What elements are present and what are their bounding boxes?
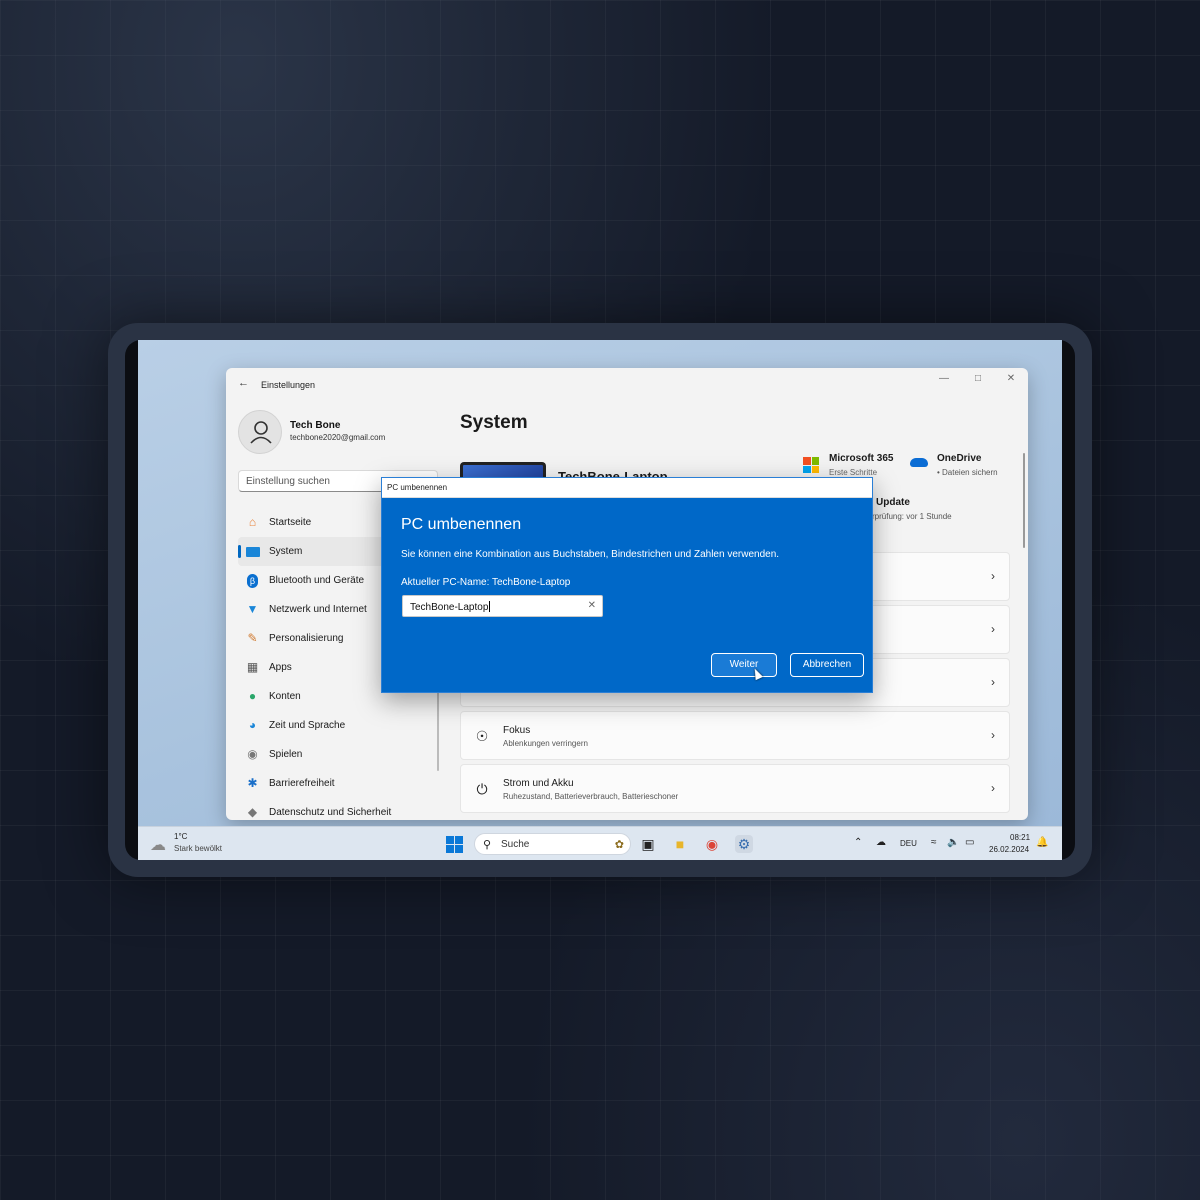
- apps-icon: ▦: [246, 660, 259, 674]
- profile-email: techbone2020@gmail.com: [290, 433, 386, 442]
- search-icon: ⚲: [483, 839, 492, 851]
- sidebar-item-label: Netzwerk und Internet: [269, 604, 367, 615]
- monitor-icon: [245, 544, 260, 559]
- current-pc-name: Aktueller PC-Name: TechBone-Laptop: [401, 577, 571, 588]
- onedrive-title[interactable]: OneDrive: [937, 453, 981, 464]
- card-title: Strom und Akku: [503, 778, 574, 789]
- task-view-icon[interactable]: ▣: [639, 835, 657, 853]
- battery-icon[interactable]: ▭: [965, 837, 974, 848]
- ms365-title[interactable]: Microsoft 365: [829, 453, 893, 464]
- shield-icon: ◆: [247, 805, 258, 819]
- accessibility-icon: ✱: [247, 776, 258, 790]
- avatar[interactable]: [238, 410, 282, 454]
- card-title: Fokus: [503, 725, 531, 736]
- sidebar-item-label: Bluetooth und Geräte: [269, 575, 365, 586]
- close-icon[interactable]: ✕: [1001, 373, 1021, 384]
- dialog-heading: PC umbenennen: [401, 516, 522, 533]
- wifi-icon[interactable]: ≈: [931, 837, 937, 848]
- focus-icon: ☉: [475, 728, 489, 744]
- notification-bell-icon[interactable]: 🔔: [1036, 837, 1048, 848]
- onedrive-subtitle: • Dateien sichern: [937, 468, 998, 477]
- clock-date[interactable]: 26.02.2024: [989, 845, 1029, 854]
- main-scrollbar[interactable]: [1023, 453, 1025, 548]
- chevron-right-icon: ›: [991, 622, 995, 636]
- sidebar-item-accessibility[interactable]: ✱ Barrierefreiheit: [238, 769, 438, 798]
- taskbar-search-input[interactable]: ⚲ Suche ✿: [474, 833, 631, 855]
- sidebar-item-label: System: [269, 546, 303, 557]
- update-title[interactable]: Update: [876, 497, 910, 508]
- home-icon: ⌂: [248, 515, 257, 529]
- person-icon: ●: [248, 689, 257, 703]
- bluetooth-icon: β: [245, 573, 260, 588]
- chevron-right-icon: ›: [991, 569, 995, 583]
- sidebar-item-privacy[interactable]: ◆ Datenschutz und Sicherheit: [238, 798, 438, 820]
- sidebar-item-label: Konten: [269, 691, 301, 702]
- card-subtitle: Ablenkungen verringern: [503, 739, 588, 748]
- sidebar-item-label: Personalisierung: [269, 633, 344, 644]
- maximize-icon[interactable]: □: [968, 373, 988, 384]
- ms365-subtitle: Erste Schritte: [829, 468, 878, 477]
- sidebar-item-time-language[interactable]: ◕ Zeit und Sprache: [238, 711, 438, 740]
- chevron-right-icon: ›: [991, 728, 995, 742]
- weather-temperature[interactable]: 1°C: [174, 832, 187, 841]
- chevron-up-icon[interactable]: ⌃: [854, 837, 862, 848]
- next-button[interactable]: Weiter: [711, 653, 777, 677]
- settings-card-power[interactable]: ⏻ Strom und Akku Ruhezustand, Batterieve…: [460, 764, 1010, 813]
- text-caret: [489, 601, 491, 612]
- gamepad-icon: ◉: [247, 747, 258, 761]
- sidebar-item-label: Datenschutz und Sicherheit: [269, 807, 392, 818]
- profile-name: Tech Bone: [290, 420, 341, 431]
- window-title: Einstellungen: [261, 380, 316, 390]
- weather-description[interactable]: Stark bewölkt: [174, 844, 222, 853]
- desktop-screen: ← Einstellungen — □ ✕ Tech Bone techbone…: [138, 340, 1062, 860]
- settings-gear-icon[interactable]: ⚙: [735, 835, 753, 853]
- windows-start-icon[interactable]: [446, 836, 463, 853]
- chevron-right-icon: ›: [991, 781, 995, 795]
- settings-card-focus[interactable]: ☉ Fokus Ablenkungen verringern ›: [460, 711, 1010, 760]
- globe-clock-icon: ◕: [248, 718, 257, 732]
- card-subtitle: Ruhezustand, Batterieverbrauch, Batterie…: [503, 792, 679, 801]
- power-icon: ⏻: [476, 781, 488, 797]
- cloud-icon[interactable]: ☁: [150, 835, 166, 855]
- volume-icon[interactable]: 🔈: [947, 837, 959, 848]
- dialog-description: Sie können eine Kombination aus Buchstab…: [401, 549, 780, 560]
- sidebar-item-gaming[interactable]: ◉ Spielen: [238, 740, 438, 769]
- sidebar-item-label: Startseite: [269, 517, 312, 528]
- dialog-title-bar: PC umbenennen: [382, 478, 872, 498]
- language-indicator[interactable]: DEU: [900, 839, 917, 848]
- cancel-button[interactable]: Abbrechen: [790, 653, 864, 677]
- chrome-icon[interactable]: ◉: [703, 835, 721, 853]
- sidebar-item-label: Spielen: [269, 749, 303, 760]
- sidebar-item-label: Barrierefreiheit: [269, 778, 335, 789]
- clock-time[interactable]: 08:21: [1010, 833, 1030, 842]
- file-explorer-icon[interactable]: ■: [671, 835, 689, 853]
- taskbar: ☁ 1°C Stark bewölkt ⚲ Suche ✿ ▣ ■ ◉ ⚙ ⌃ …: [138, 826, 1062, 860]
- update-subtitle: rprüfung: vor 1 Stunde: [872, 512, 952, 521]
- taskbar-search-label: Suche: [501, 839, 530, 850]
- pc-name-input[interactable]: TechBone-Laptop ✕: [402, 595, 603, 617]
- onedrive-tray-icon[interactable]: ☁: [876, 837, 886, 848]
- chevron-right-icon: ›: [991, 675, 995, 689]
- sidebar-item-label: Apps: [269, 662, 292, 673]
- clear-input-icon[interactable]: ✕: [588, 600, 596, 611]
- wifi-icon: ▼: [246, 602, 259, 616]
- pc-name-input-value: TechBone-Laptop: [410, 602, 489, 613]
- person-icon: [250, 421, 272, 444]
- page-title: System: [460, 412, 528, 433]
- back-arrow-icon[interactable]: ←: [238, 377, 249, 389]
- title-bar: ← Einstellungen — □ ✕: [226, 368, 1028, 398]
- brush-icon: ✎: [247, 631, 258, 645]
- sidebar-item-label: Zeit und Sprache: [269, 720, 346, 731]
- dialog-window-title: PC umbenennen: [387, 483, 448, 492]
- microsoft-365-icon: [803, 457, 819, 473]
- minimize-icon[interactable]: —: [934, 373, 954, 384]
- search-highlight-icon: ✿: [614, 839, 624, 851]
- rename-pc-dialog: PC umbenennen PC umbenennen Sie können e…: [381, 477, 873, 693]
- onedrive-icon: [910, 458, 928, 467]
